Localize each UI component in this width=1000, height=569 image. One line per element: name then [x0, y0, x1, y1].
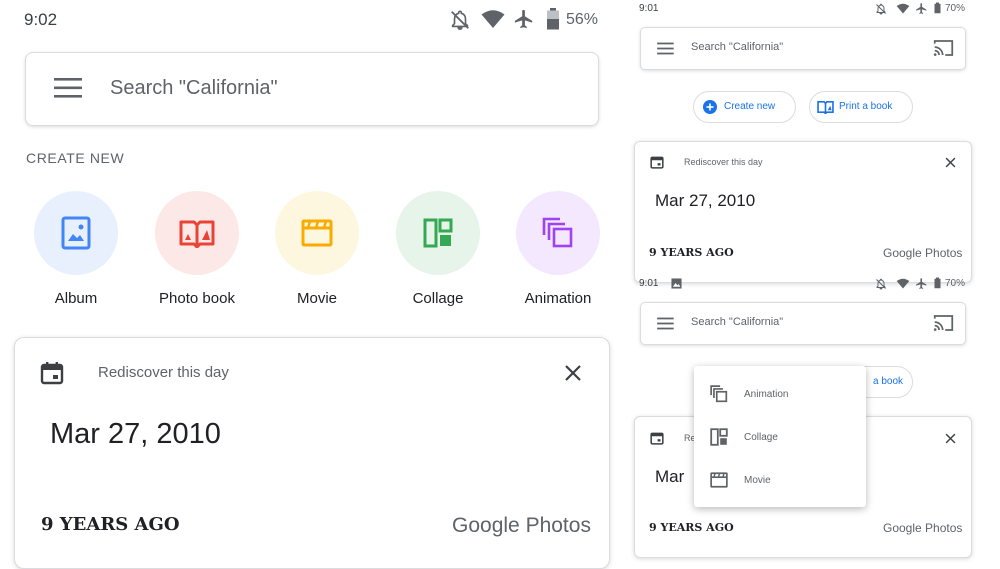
menu-item-movie[interactable]: Movie — [694, 460, 866, 500]
close-icon[interactable] — [945, 433, 956, 444]
search-input[interactable]: Search "California" — [110, 77, 278, 100]
bell-off-icon — [451, 10, 469, 30]
wifi-icon — [481, 10, 505, 28]
status-time: 9:02 — [24, 10, 58, 29]
close-icon[interactable] — [563, 363, 583, 383]
create-new-chip[interactable]: Create new — [693, 91, 796, 123]
google-photos-logo: Google Photos — [452, 514, 591, 538]
years-ago-label: 9 YEARS AGO — [649, 246, 734, 259]
calendar-icon — [650, 432, 664, 445]
add-circle-icon — [703, 100, 717, 114]
card-title: Rediscover this day — [98, 364, 229, 381]
movie-icon — [301, 219, 333, 247]
album-icon — [61, 216, 91, 250]
google-photos-logo: Google Photos — [883, 521, 963, 535]
left-screen: 9:02 56% Search "California" CREATE NEW … — [0, 0, 625, 569]
animation-label: Animation — [524, 290, 592, 307]
create-new-label: Create new — [724, 101, 776, 112]
card-date-partial: Mar — [655, 467, 685, 486]
album-label: Album — [54, 290, 98, 307]
collage-button[interactable] — [396, 191, 480, 275]
print-a-book-label-partial: a book — [873, 376, 904, 387]
album-button[interactable] — [34, 191, 118, 275]
airplane-icon — [514, 9, 533, 29]
menu-item-label: Movie — [744, 475, 771, 486]
card-date: Mar 27, 2010 — [50, 418, 221, 450]
cast-icon[interactable] — [933, 39, 954, 57]
battery-icon — [934, 277, 941, 289]
status-time: 9:01 — [639, 278, 659, 289]
wifi-icon — [896, 278, 910, 289]
card-date: Mar 27, 2010 — [655, 191, 756, 210]
animation-icon — [542, 217, 573, 248]
rediscover-card[interactable]: Rediscover this day Mar 27, 2010 9 YEARS… — [634, 141, 972, 283]
right-top-screen: 9:01 70% Search "California" Create new — [630, 0, 1000, 283]
photo-book-button[interactable] — [155, 191, 239, 275]
collage-icon — [423, 218, 453, 248]
battery-icon — [547, 8, 559, 30]
calendar-icon — [650, 156, 664, 169]
google-photos-logo: Google Photos — [883, 246, 963, 260]
search-bar[interactable]: Search "California" — [640, 27, 966, 70]
rediscover-card[interactable]: Rediscover this day Mar 27, 2010 9 YEARS… — [14, 337, 610, 569]
collage-icon — [710, 428, 728, 446]
print-a-book-label: Print a book — [839, 101, 893, 112]
create-new-menu: Animation Collage Movie — [694, 366, 866, 507]
menu-item-collage[interactable]: Collage — [694, 417, 866, 457]
wifi-icon — [896, 3, 910, 14]
print-a-book-chip[interactable]: Print a book — [809, 91, 913, 123]
create-new-heading: CREATE NEW — [26, 150, 125, 166]
search-bar[interactable]: Search "California" — [25, 52, 599, 126]
animation-icon — [710, 385, 728, 403]
movie-icon — [710, 472, 728, 488]
brand-photos: Photos — [525, 514, 591, 537]
cast-icon[interactable] — [933, 314, 954, 332]
menu-item-label: Collage — [744, 432, 778, 443]
card-title: Rediscover this day — [684, 157, 763, 167]
brand-google: Google — [452, 514, 520, 537]
search-bar[interactable]: Search "California" — [640, 302, 966, 345]
years-ago-label: 9 YEARS AGO — [649, 521, 734, 534]
search-input[interactable]: Search "California" — [691, 41, 783, 53]
battery-percent: 70% — [945, 3, 966, 14]
book-icon — [817, 101, 834, 114]
years-ago-label: 9 YEARS AGO — [41, 514, 180, 535]
right-bottom-screen: 9:01 70% Search "California" a book Re M… — [630, 272, 1000, 558]
search-input[interactable]: Search "California" — [691, 316, 783, 328]
airplane-icon — [916, 278, 927, 289]
image-icon — [671, 278, 682, 289]
bell-off-icon — [876, 3, 886, 15]
collage-label: Collage — [412, 290, 464, 307]
status-time: 9:01 — [639, 3, 659, 14]
battery-percent: 56% — [566, 11, 599, 28]
menu-item-animation[interactable]: Animation — [694, 374, 866, 414]
movie-button[interactable] — [275, 191, 359, 275]
photo-book-icon — [179, 220, 215, 248]
menu-item-label: Animation — [744, 389, 789, 400]
battery-percent: 70% — [945, 278, 966, 289]
close-icon[interactable] — [945, 157, 956, 168]
battery-icon — [934, 2, 941, 14]
airplane-icon — [916, 3, 927, 14]
menu-icon[interactable] — [54, 77, 84, 99]
calendar-icon — [40, 362, 64, 385]
animation-button[interactable] — [516, 191, 600, 275]
menu-icon[interactable] — [657, 42, 675, 55]
bell-off-icon — [876, 278, 886, 290]
photo-book-label: Photo book — [159, 290, 235, 307]
menu-icon[interactable] — [657, 317, 675, 330]
movie-label: Movie — [296, 290, 337, 307]
